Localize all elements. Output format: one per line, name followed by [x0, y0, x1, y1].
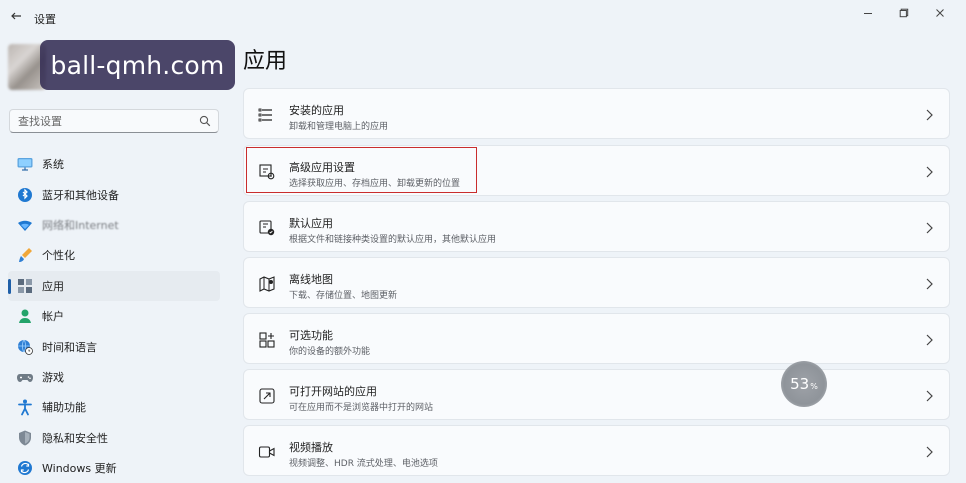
chevron-right-icon [926, 166, 933, 178]
title-bar: 设置 [0, 0, 966, 34]
restore-button[interactable] [886, 0, 922, 26]
video-playback-icon [258, 446, 275, 458]
card-title: 安装的应用 [289, 104, 344, 117]
card-title: 离线地图 [289, 273, 333, 286]
back-button[interactable] [6, 6, 26, 26]
search-box [9, 109, 219, 133]
optional-features-icon [259, 332, 275, 348]
gamepad-icon [16, 368, 34, 386]
card-title: 视频播放 [289, 441, 333, 454]
sidebar-item-label: 蓝牙和其他设备 [42, 188, 119, 202]
card-subtitle: 卸载和管理电脑上的应用 [289, 122, 389, 132]
card-subtitle: 下载、存储位置、地图更新 [289, 291, 398, 301]
sidebar-item-network[interactable]: 网络和Internet [0, 210, 230, 240]
sidebar-item-label: 隐私和安全性 [42, 431, 108, 445]
sidebar-item-label: 时间和语言 [42, 340, 97, 354]
minimize-button[interactable] [850, 0, 886, 26]
watermark-label: ball-qmh.com [40, 40, 235, 90]
sidebar-item-accounts[interactable]: 帐户 [0, 301, 230, 331]
sidebar-item-gaming[interactable]: 游戏 [0, 362, 230, 392]
sidebar-navigation: 系统 蓝牙和其他设备 网络和Internet 个性化 应用 帐户 时间和语言 游… [0, 149, 230, 483]
settings-card-apps-for-websites[interactable]: 可打开网站的应用 可在应用而不是浏览器中打开的网站 [243, 369, 950, 420]
card-subtitle: 根据文件和链接种类设置的默认应用，其他默认应用 [289, 235, 497, 245]
card-subtitle: 你的设备的额外功能 [289, 347, 371, 357]
card-subtitle: 可在应用而不是浏览器中打开的网站 [289, 403, 434, 413]
sidebar-item-privacy[interactable]: 隐私和安全性 [0, 423, 230, 453]
window-title: 设置 [34, 13, 56, 26]
chevron-right-icon [926, 390, 933, 402]
chevron-right-icon [926, 222, 933, 234]
monitor-icon [16, 155, 34, 173]
sidebar-item-apps[interactable]: 应用 [8, 270, 220, 301]
settings-card-advanced-app-settings[interactable]: 高级应用设置 选择获取应用、存档应用、卸载更新的位置 [243, 145, 950, 196]
card-title: 可打开网站的应用 [289, 385, 377, 398]
advanced-apps-icon [259, 164, 275, 180]
card-title: 可选功能 [289, 329, 333, 342]
update-icon [16, 459, 34, 477]
sidebar-item-label: 个性化 [42, 249, 75, 263]
sidebar-item-accessibility[interactable]: 辅助功能 [0, 392, 230, 422]
default-apps-icon [259, 220, 275, 236]
sidebar-item-personalization[interactable]: 个性化 [0, 240, 230, 270]
loading-progress-unit: % [810, 382, 818, 391]
settings-card-optional-features[interactable]: 可选功能 你的设备的额外功能 [243, 313, 950, 364]
brush-icon [16, 246, 34, 264]
page-title: 应用 [243, 49, 288, 74]
installed-apps-icon [258, 108, 272, 122]
close-icon [936, 9, 944, 17]
sidebar-item-label: 游戏 [42, 370, 64, 384]
globe-clock-icon [16, 338, 34, 356]
restore-icon [899, 8, 909, 18]
wifi-icon [16, 216, 34, 234]
sidebar-item-label: 网络和Internet [42, 218, 119, 232]
loading-progress-indicator: 53 % [781, 361, 827, 407]
sidebar-item-label: Windows 更新 [42, 462, 117, 476]
sidebar-item-label: 系统 [42, 158, 64, 172]
loading-progress-value: 53 [790, 375, 810, 393]
settings-card-default-apps[interactable]: 默认应用 根据文件和链接种类设置的默认应用，其他默认应用 [243, 201, 950, 252]
minimize-icon [864, 13, 872, 14]
chevron-right-icon [926, 278, 933, 290]
card-title: 高级应用设置 [289, 161, 355, 174]
sidebar-item-system[interactable]: 系统 [0, 149, 230, 179]
card-title: 默认应用 [289, 217, 333, 230]
shield-icon [16, 429, 34, 447]
offline-maps-icon [259, 276, 275, 292]
bluetooth-icon [16, 186, 34, 204]
sidebar-item-time-language[interactable]: 时间和语言 [0, 331, 230, 361]
settings-card-installed-apps[interactable]: 安装的应用 卸载和管理电脑上的应用 [243, 88, 950, 139]
chevron-right-icon [926, 109, 933, 121]
card-subtitle: 选择获取应用、存档应用、卸载更新的位置 [289, 179, 461, 189]
sidebar-item-windows-update[interactable]: Windows 更新 [0, 453, 230, 483]
back-arrow-icon [11, 12, 21, 20]
search-icon[interactable] [199, 115, 211, 127]
window-controls [850, 0, 958, 26]
apps-icon [16, 277, 34, 295]
settings-card-offline-maps[interactable]: 离线地图 下载、存储位置、地图更新 [243, 257, 950, 308]
close-button[interactable] [922, 0, 958, 26]
chevron-right-icon [926, 446, 933, 458]
search-input[interactable] [10, 110, 211, 132]
account-icon [16, 307, 34, 325]
sidebar-item-label: 应用 [42, 279, 64, 293]
chevron-right-icon [926, 334, 933, 346]
card-subtitle: 视频调整、HDR 流式处理、电池选项 [289, 459, 438, 469]
sidebar-item-label: 帐户 [42, 310, 64, 324]
accessibility-icon [16, 398, 34, 416]
sidebar-item-label: 辅助功能 [42, 401, 86, 415]
website-apps-icon [259, 388, 275, 404]
settings-card-video-playback[interactable]: 视频播放 视频调整、HDR 流式处理、电池选项 [243, 425, 950, 476]
sidebar-item-bluetooth[interactable]: 蓝牙和其他设备 [0, 179, 230, 209]
